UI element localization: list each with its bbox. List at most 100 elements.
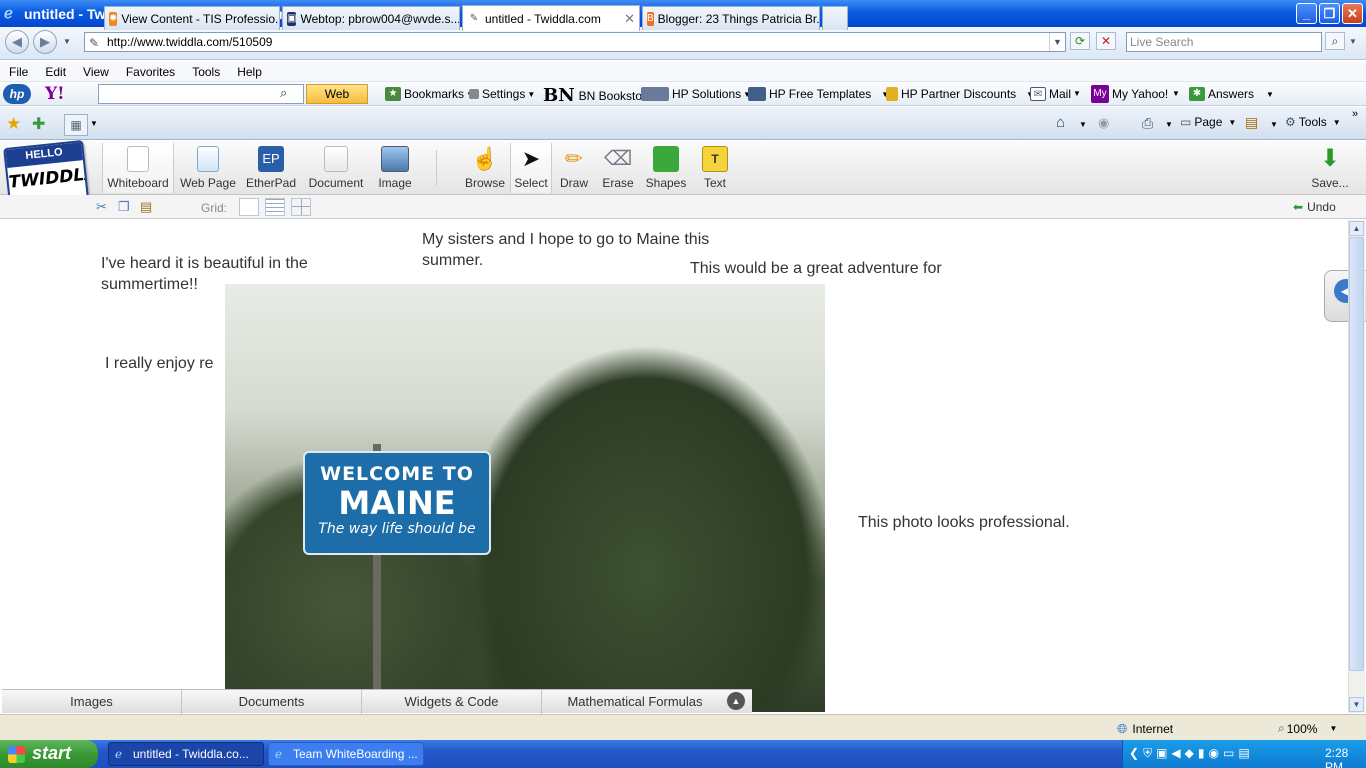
update-icon[interactable]: ◉: [1209, 746, 1219, 761]
my-yahoo-dropdown-icon[interactable]: ▼: [1172, 89, 1180, 98]
back-button[interactable]: ◀: [5, 30, 29, 54]
research-icon[interactable]: ▤: [1245, 114, 1258, 131]
minimize-button[interactable]: _: [1296, 3, 1317, 24]
tab-blogger[interactable]: B Blogger: 23 Things Patricia Br...: [642, 6, 820, 30]
monitor-icon[interactable]: ▤: [1238, 746, 1249, 761]
forward-button[interactable]: ▶: [33, 30, 57, 54]
menu-favorites[interactable]: Favorites: [117, 65, 183, 79]
canvas-note[interactable]: This photo looks professional.: [858, 512, 1118, 533]
address-bar[interactable]: ✎ http://www.twiddla.com/510509 ▼: [84, 32, 1066, 52]
tray-expand-icon[interactable]: ❮: [1129, 746, 1139, 761]
menu-help[interactable]: Help: [228, 65, 270, 79]
print-icon[interactable]: ⎙: [1142, 115, 1153, 132]
start-button[interactable]: start: [0, 740, 98, 768]
expand-panel-icon[interactable]: ▲: [727, 692, 745, 710]
menu-edit[interactable]: Edit: [36, 65, 74, 79]
hp-solutions-button[interactable]: HP Solutions▼: [641, 87, 751, 101]
taskbar-item-team-whiteboarding[interactable]: ℯ Team WhiteBoarding ...: [268, 742, 424, 766]
shield-icon[interactable]: ⛨: [1143, 746, 1152, 761]
grid-large-button[interactable]: [291, 198, 311, 216]
cut-icon[interactable]: ✂: [96, 199, 107, 215]
live-search-input[interactable]: Live Search: [1126, 32, 1322, 52]
menu-view[interactable]: View: [74, 65, 117, 79]
tools-menu-button[interactable]: ⚙ Tools ▼: [1285, 115, 1341, 129]
stop-button[interactable]: ✕: [1096, 32, 1116, 50]
answers-button[interactable]: ✱ Answers ▼: [1189, 87, 1274, 101]
home-icon[interactable]: ⌂: [1056, 114, 1065, 131]
erase-tool[interactable]: ⌫ Erase: [598, 143, 638, 193]
page-menu-button[interactable]: ▭ Page ▼: [1180, 115, 1236, 129]
mail-button[interactable]: ✉ Mail: [1030, 87, 1071, 101]
add-favorite-icon[interactable]: ✚: [32, 114, 45, 134]
search-icon[interactable]: ⌕: [1325, 32, 1345, 50]
tab-widgets-code[interactable]: Widgets & Code: [362, 690, 542, 714]
close-tab-icon[interactable]: ✕: [624, 8, 635, 30]
new-tab-button[interactable]: [822, 6, 848, 30]
yahoo-search-input[interactable]: [98, 84, 304, 104]
undo-button[interactable]: ⬅ Undo: [1293, 200, 1336, 214]
hp-free-templates-button[interactable]: HP Free Templates▼: [748, 87, 889, 101]
mail-dropdown-icon[interactable]: ▼: [1073, 89, 1081, 98]
etherpad-tool[interactable]: EP EtherPad: [242, 143, 300, 193]
battery-icon[interactable]: ▮: [1198, 746, 1205, 761]
hp-logo-icon[interactable]: hp: [3, 84, 31, 104]
grid-small-button[interactable]: [265, 198, 285, 216]
zoom-level[interactable]: ⌕ 100% ▼: [1278, 721, 1337, 736]
research-dropdown-icon[interactable]: ▼: [1270, 120, 1278, 129]
magnifier-icon[interactable]: ⌕: [280, 85, 287, 101]
feeds-icon[interactable]: ◉: [1098, 115, 1109, 131]
tab-list-dropdown-icon[interactable]: ▼: [90, 119, 98, 128]
network-icon[interactable]: ▣: [1156, 746, 1167, 761]
address-dropdown-icon[interactable]: ▼: [1049, 33, 1065, 51]
tab-documents[interactable]: Documents: [182, 690, 362, 714]
history-dropdown-icon[interactable]: ▼: [63, 37, 71, 46]
scrollbar-thumb[interactable]: [1349, 237, 1364, 671]
my-yahoo-button[interactable]: My My Yahoo!: [1091, 85, 1168, 103]
image-tool[interactable]: Image: [372, 143, 418, 193]
quick-tabs-icon[interactable]: ▦: [64, 114, 88, 136]
canvas-note[interactable]: I really enjoy re: [105, 353, 245, 374]
home-dropdown-icon[interactable]: ▼: [1079, 120, 1087, 129]
hp-partner-discounts-button[interactable]: HP Partner Discounts▼: [886, 87, 1034, 101]
search-options-icon[interactable]: ▼: [1349, 37, 1357, 46]
canvas-note[interactable]: My sisters and I hope to go to Maine thi…: [422, 229, 722, 271]
tab-images[interactable]: Images: [2, 690, 182, 714]
select-tool[interactable]: ➤ Select: [510, 143, 552, 193]
menu-file[interactable]: File: [0, 65, 36, 79]
paste-icon[interactable]: ▤: [140, 199, 152, 215]
display-icon[interactable]: ▭: [1223, 746, 1234, 761]
volume-icon[interactable]: ◀: [1171, 746, 1180, 761]
grid-none-button[interactable]: [239, 198, 259, 216]
close-window-button[interactable]: ✕: [1342, 3, 1363, 24]
settings-button[interactable]: Settings ▼: [469, 87, 535, 101]
refresh-button[interactable]: ⟳: [1070, 32, 1090, 50]
favorites-star-icon[interactable]: ★: [6, 114, 21, 134]
document-tool[interactable]: Document: [304, 143, 368, 193]
shapes-tool[interactable]: Shapes: [644, 143, 688, 193]
yahoo-logo-icon[interactable]: Y!: [45, 84, 65, 104]
tab-mathematical-formulas[interactable]: Mathematical Formulas: [542, 690, 728, 714]
clock[interactable]: 2:28 PM: [1325, 746, 1366, 768]
print-dropdown-icon[interactable]: ▼: [1165, 120, 1173, 129]
menu-tools[interactable]: Tools: [183, 65, 228, 79]
canvas-note[interactable]: This would be a great adventure for: [690, 258, 990, 279]
browse-tool[interactable]: ☝ Browse: [462, 143, 508, 193]
scroll-down-arrow-icon[interactable]: ▼: [1349, 697, 1364, 712]
bookmarks-button[interactable]: ★Bookmarks▼: [385, 87, 474, 101]
taskbar-item-twiddla[interactable]: ℯ untitled - Twiddla.co...: [108, 742, 264, 766]
text-tool[interactable]: T Text: [694, 143, 736, 193]
tab-webtop[interactable]: ▣ Webtop: pbrow004@wvde.s...: [282, 6, 460, 30]
draw-tool[interactable]: ✏ Draw: [554, 143, 594, 193]
copy-icon[interactable]: ❐: [118, 199, 130, 215]
save-button[interactable]: ⬇ Save...: [1308, 143, 1352, 193]
bn-bookstore-button[interactable]: BN BN Bookstore: [543, 85, 653, 106]
scroll-up-arrow-icon[interactable]: ▲: [1349, 221, 1364, 236]
maximize-button[interactable]: ❐: [1319, 3, 1340, 24]
web-search-button[interactable]: Web Search: [306, 84, 368, 119]
security-zone[interactable]: 🌐︎ Internet: [1117, 721, 1173, 737]
chevron-more-icon[interactable]: »: [1352, 108, 1358, 120]
whiteboard-tool[interactable]: Whiteboard: [102, 143, 174, 193]
security-icon[interactable]: ◆: [1185, 746, 1194, 761]
tab-view-content[interactable]: ✸ View Content - TIS Professio...: [104, 6, 280, 30]
tab-twiddla[interactable]: ✎ untitled - Twiddla.com ✕: [462, 5, 640, 31]
